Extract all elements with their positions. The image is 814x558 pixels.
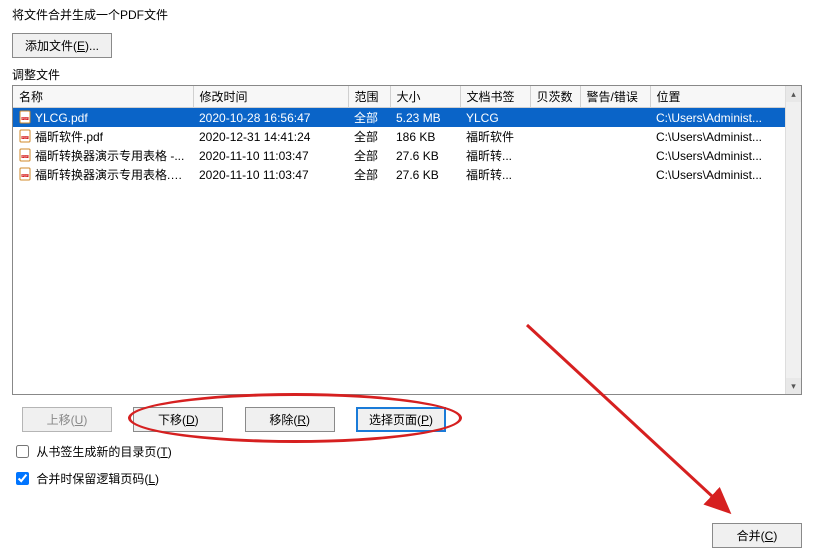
table-cell: C:\Users\Administ...: [650, 127, 801, 146]
adjust-files-label: 调整文件: [0, 64, 814, 85]
pdf-file-icon: PDF: [19, 167, 33, 181]
table-cell: C:\Users\Administ...: [650, 165, 801, 184]
col-range[interactable]: 范围: [348, 86, 390, 108]
remove-label: 移除(R): [269, 413, 310, 427]
merge-label: 合并(C): [737, 529, 778, 543]
table-cell: 全部: [348, 108, 390, 128]
move-up-button: 上移(U): [22, 407, 112, 432]
keep-logical-checkbox[interactable]: [16, 472, 29, 485]
table-cell: 186 KB: [390, 127, 460, 146]
table-cell: 福昕转...: [460, 165, 530, 184]
pdf-file-icon: PDF: [19, 148, 33, 162]
table-cell: 福昕转...: [460, 146, 530, 165]
add-file-button[interactable]: 添加文件(E)...: [12, 33, 112, 58]
scroll-down-icon[interactable]: ▾: [786, 378, 801, 394]
table-row[interactable]: PDFYLCG.pdf2020-10-28 16:56:47全部5.23 MBY…: [13, 108, 801, 128]
table-cell: [530, 108, 580, 128]
col-warn[interactable]: 警告/错误: [580, 86, 650, 108]
table-row[interactable]: PDF福昕软件.pdf2020-12-31 14:41:24全部186 KB福昕…: [13, 127, 801, 146]
col-location[interactable]: 位置: [650, 86, 801, 108]
svg-text:PDF: PDF: [22, 174, 28, 178]
move-down-label: 下移(D): [158, 413, 199, 427]
select-pages-button[interactable]: 选择页面(P): [356, 407, 446, 432]
table-cell: 27.6 KB: [390, 165, 460, 184]
table-cell: 27.6 KB: [390, 146, 460, 165]
table-header-row: 名称 修改时间 范围 大小 文档书签 贝茨数 警告/错误 位置: [13, 86, 801, 108]
table-cell: [580, 165, 650, 184]
table-scrollbar[interactable]: ▴ ▾: [785, 86, 801, 394]
table-cell: C:\Users\Administ...: [650, 146, 801, 165]
toc-label-text: 从书签生成新的目录页(T): [36, 445, 171, 459]
table-cell: YLCG: [460, 108, 530, 128]
table-cell: 2020-10-28 16:56:47: [193, 108, 348, 128]
table-cell: C:\Users\Administ...: [650, 108, 801, 128]
toc-checkbox-label[interactable]: 从书签生成新的目录页(T): [12, 445, 172, 459]
table-cell: [530, 165, 580, 184]
table-cell: 2020-11-10 11:03:47: [193, 165, 348, 184]
toc-checkbox[interactable]: [16, 445, 29, 458]
table-cell: [580, 146, 650, 165]
table-cell: [530, 127, 580, 146]
table-cell: [580, 108, 650, 128]
table-cell: 全部: [348, 127, 390, 146]
table-cell: PDF福昕转换器演示专用表格.pdf: [13, 165, 193, 184]
col-size[interactable]: 大小: [390, 86, 460, 108]
table-cell: 2020-12-31 14:41:24: [193, 127, 348, 146]
pdf-file-icon: PDF: [19, 129, 33, 143]
table-cell: PDF福昕转换器演示专用表格 -...: [13, 146, 193, 165]
table-cell: 2020-11-10 11:03:47: [193, 146, 348, 165]
scroll-up-icon[interactable]: ▴: [786, 86, 801, 102]
table-cell: 5.23 MB: [390, 108, 460, 128]
select-pages-label: 选择页面(P): [369, 413, 433, 427]
move-down-button[interactable]: 下移(D): [133, 407, 223, 432]
table-cell: 福昕软件: [460, 127, 530, 146]
svg-text:PDF: PDF: [22, 117, 28, 121]
pdf-file-icon: PDF: [19, 110, 33, 124]
col-pages[interactable]: 贝茨数: [530, 86, 580, 108]
col-modified[interactable]: 修改时间: [193, 86, 348, 108]
col-name[interactable]: 名称: [13, 86, 193, 108]
table-row[interactable]: PDF福昕转换器演示专用表格.pdf2020-11-10 11:03:47全部2…: [13, 165, 801, 184]
table-cell: PDF福昕软件.pdf: [13, 127, 193, 146]
svg-text:PDF: PDF: [22, 155, 28, 159]
table-cell: 全部: [348, 146, 390, 165]
table-cell: 全部: [348, 165, 390, 184]
table-cell: [580, 127, 650, 146]
add-file-label: 添加文件(E)...: [25, 39, 99, 53]
keep-logical-label-text: 合并时保留逻辑页码(L): [36, 472, 159, 486]
table-cell: [530, 146, 580, 165]
table-row[interactable]: PDF福昕转换器演示专用表格 -...2020-11-10 11:03:47全部…: [13, 146, 801, 165]
table-cell: PDFYLCG.pdf: [13, 108, 193, 128]
move-up-label: 上移(U): [47, 413, 88, 427]
merge-button[interactable]: 合并(C): [712, 523, 802, 548]
dialog-title: 将文件合并生成一个PDF文件: [0, 0, 814, 33]
svg-text:PDF: PDF: [22, 136, 28, 140]
keep-logical-checkbox-label[interactable]: 合并时保留逻辑页码(L): [12, 472, 159, 486]
file-table[interactable]: 名称 修改时间 范围 大小 文档书签 贝茨数 警告/错误 位置 PDFYLCG.…: [12, 85, 802, 395]
col-bookmark[interactable]: 文档书签: [460, 86, 530, 108]
remove-button[interactable]: 移除(R): [245, 407, 335, 432]
